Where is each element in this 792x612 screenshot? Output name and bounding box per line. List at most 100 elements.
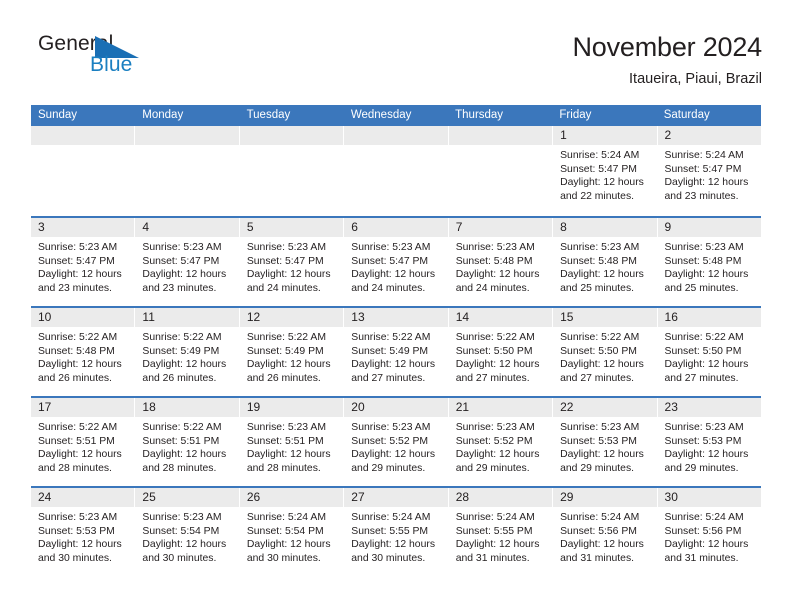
day-number-band: 24 xyxy=(31,488,135,507)
day-number: 25 xyxy=(142,490,156,504)
daylight-text-line1: Daylight: 12 hours xyxy=(142,359,227,371)
day-cell[interactable]: 11 Sunrise: 5:22 AM Sunset: 5:49 PM Dayligh… xyxy=(135,308,240,396)
day-details: Sunrise: 5:22 AM Sunset: 5:50 PM Daylight:… xyxy=(449,327,552,385)
week-row: 3 Sunrise: 5:23 AM Sunset: 5:47 PM Daylight… xyxy=(31,216,761,306)
day-cell[interactable]: 4 Sunrise: 5:23 AM Sunset: 5:47 PM Daylight… xyxy=(135,218,240,306)
day-cell[interactable]: 26 Sunrise: 5:24 AM Sunset: 5:54 PM Dayligh… xyxy=(239,488,345,576)
day-number: 21 xyxy=(455,400,470,414)
daylight-text-line2: and 29 minutes. xyxy=(455,462,530,474)
day-details: Sunrise: 5:24 AM Sunset: 5:56 PM Daylight:… xyxy=(658,507,761,565)
day-cell[interactable]: 6 Sunrise: 5:23 AM Sunset: 5:47 PM Daylight… xyxy=(344,218,449,306)
week-row: 17 Sunrise: 5:22 AM Sunset: 5:51 PM Dayligh… xyxy=(31,396,761,486)
day-cell-empty xyxy=(239,126,345,216)
day-number-band: 17 xyxy=(31,398,135,417)
day-cell[interactable]: 15 Sunrise: 5:22 AM Sunset: 5:50 PM Dayligh… xyxy=(553,308,658,396)
day-details: Sunrise: 5:23 AM Sunset: 5:53 PM Daylight:… xyxy=(31,507,134,565)
sunset-text: Sunset: 5:52 PM xyxy=(455,435,533,447)
day-details: Sunrise: 5:23 AM Sunset: 5:51 PM Daylight:… xyxy=(240,417,343,475)
daylight-text-line1: Daylight: 12 hours xyxy=(455,449,540,461)
day-cell[interactable]: 8 Sunrise: 5:23 AM Sunset: 5:48 PM Daylight… xyxy=(553,218,658,306)
day-cell[interactable]: 29 Sunrise: 5:24 AM Sunset: 5:56 PM Dayligh… xyxy=(553,488,658,576)
day-number-band: 9 xyxy=(657,218,761,237)
weekday-header-row: Sunday Monday Tuesday Wednesday Thursday… xyxy=(31,105,761,126)
day-number-band: 18 xyxy=(135,398,239,417)
day-number-band: 6 xyxy=(344,218,448,237)
daylight-text-line1: Daylight: 12 hours xyxy=(455,359,540,371)
day-details: Sunrise: 5:24 AM Sunset: 5:55 PM Daylight:… xyxy=(344,507,447,565)
daylight-text-line1: Daylight: 12 hours xyxy=(455,269,540,281)
sunset-text: Sunset: 5:56 PM xyxy=(664,525,742,537)
day-number-band: 4 xyxy=(135,218,239,237)
day-cell[interactable]: 14 Sunrise: 5:22 AM Sunset: 5:50 PM Dayligh… xyxy=(448,308,554,396)
day-number-band: 11 xyxy=(135,308,239,327)
day-cell[interactable]: 17 Sunrise: 5:22 AM Sunset: 5:51 PM Dayligh… xyxy=(31,398,136,486)
day-cell[interactable]: 27 Sunrise: 5:24 AM Sunset: 5:55 PM Dayligh… xyxy=(344,488,449,576)
daylight-text-line1: Daylight: 12 hours xyxy=(142,539,227,551)
day-cell[interactable]: 20 Sunrise: 5:23 AM Sunset: 5:52 PM Dayligh… xyxy=(344,398,449,486)
day-number-band: 30 xyxy=(657,488,761,507)
day-cell[interactable]: 7 Sunrise: 5:23 AM Sunset: 5:48 PM Daylight… xyxy=(448,218,554,306)
day-cell[interactable]: 22 Sunrise: 5:23 AM Sunset: 5:53 PM Dayligh… xyxy=(553,398,658,486)
day-cell[interactable]: 1 Sunrise: 5:24 AM Sunset: 5:47 PM Daylight… xyxy=(553,126,658,216)
day-cell[interactable]: 24 Sunrise: 5:23 AM Sunset: 5:53 PM Dayligh… xyxy=(31,488,136,576)
sunset-text: Sunset: 5:47 PM xyxy=(664,163,742,175)
day-number-band: 27 xyxy=(344,488,448,507)
sunrise-text: Sunrise: 5:24 AM xyxy=(351,512,431,523)
sunset-text: Sunset: 5:47 PM xyxy=(560,163,637,175)
day-cell[interactable]: 18 Sunrise: 5:22 AM Sunset: 5:51 PM Dayligh… xyxy=(135,398,240,486)
day-cell[interactable]: 2 Sunrise: 5:24 AM Sunset: 5:47 PM Daylight… xyxy=(657,126,761,216)
day-number-band: 5 xyxy=(239,218,344,237)
sunset-text: Sunset: 5:47 PM xyxy=(246,255,324,267)
day-details: Sunrise: 5:24 AM Sunset: 5:47 PM Daylight:… xyxy=(553,145,656,203)
day-details: Sunrise: 5:23 AM Sunset: 5:47 PM Daylight:… xyxy=(240,237,343,295)
day-details: Sunrise: 5:24 AM Sunset: 5:55 PM Daylight:… xyxy=(449,507,552,565)
daylight-text-line2: and 30 minutes. xyxy=(351,552,426,564)
day-details: Sunrise: 5:23 AM Sunset: 5:47 PM Daylight:… xyxy=(135,237,238,295)
weekday-friday: Friday xyxy=(559,109,592,121)
day-number-band: 2 xyxy=(657,126,761,145)
sunset-text: Sunset: 5:49 PM xyxy=(142,345,220,357)
sunrise-text: Sunrise: 5:23 AM xyxy=(38,242,118,253)
daylight-text-line1: Daylight: 12 hours xyxy=(38,269,122,281)
daylight-text-line1: Daylight: 12 hours xyxy=(246,449,331,461)
sunset-text: Sunset: 5:48 PM xyxy=(664,255,742,267)
sunrise-text: Sunrise: 5:23 AM xyxy=(351,242,431,253)
day-number-band: 13 xyxy=(344,308,448,327)
sunset-text: Sunset: 5:50 PM xyxy=(664,345,742,357)
day-cell[interactable]: 30 Sunrise: 5:24 AM Sunset: 5:56 PM Dayligh… xyxy=(657,488,761,576)
daylight-text-line1: Daylight: 12 hours xyxy=(351,359,436,371)
page-header: General Blue November 2024 Itaueira, Pia… xyxy=(0,0,792,88)
day-cell[interactable]: 28 Sunrise: 5:24 AM Sunset: 5:55 PM Dayligh… xyxy=(448,488,554,576)
day-cell[interactable]: 12 Sunrise: 5:22 AM Sunset: 5:49 PM Dayligh… xyxy=(239,308,345,396)
daylight-text-line2: and 24 minutes. xyxy=(246,282,321,294)
day-cell[interactable]: 3 Sunrise: 5:23 AM Sunset: 5:47 PM Daylight… xyxy=(31,218,136,306)
sunrise-text: Sunrise: 5:22 AM xyxy=(351,332,431,343)
day-cell[interactable]: 10 Sunrise: 5:22 AM Sunset: 5:48 PM Dayligh… xyxy=(31,308,136,396)
day-cell[interactable]: 5 Sunrise: 5:23 AM Sunset: 5:47 PM Daylight… xyxy=(239,218,345,306)
daylight-text-line2: and 27 minutes. xyxy=(351,372,426,384)
day-number: 18 xyxy=(142,400,156,414)
logo-text-blue: Blue xyxy=(90,53,133,76)
sunrise-text: Sunrise: 5:23 AM xyxy=(38,512,118,523)
day-number: 15 xyxy=(560,310,574,324)
general-blue-logo[interactable]: General Blue xyxy=(31,30,171,86)
sunrise-text: Sunrise: 5:24 AM xyxy=(560,150,640,161)
day-details: Sunrise: 5:22 AM Sunset: 5:49 PM Daylight:… xyxy=(344,327,447,385)
daylight-text-line1: Daylight: 12 hours xyxy=(351,449,436,461)
daylight-text-line2: and 26 minutes. xyxy=(246,372,321,384)
day-cell[interactable]: 16 Sunrise: 5:22 AM Sunset: 5:50 PM Dayligh… xyxy=(657,308,761,396)
daylight-text-line2: and 22 minutes. xyxy=(560,190,635,202)
daylight-text-line2: and 31 minutes. xyxy=(455,552,530,564)
day-cell[interactable]: 13 Sunrise: 5:22 AM Sunset: 5:49 PM Dayligh… xyxy=(344,308,449,396)
day-cell-empty xyxy=(135,126,240,216)
day-cell[interactable]: 19 Sunrise: 5:23 AM Sunset: 5:51 PM Dayligh… xyxy=(239,398,345,486)
sunrise-text: Sunrise: 5:23 AM xyxy=(142,242,222,253)
sunset-text: Sunset: 5:54 PM xyxy=(142,525,220,537)
day-cell[interactable]: 23 Sunrise: 5:23 AM Sunset: 5:53 PM Dayligh… xyxy=(657,398,761,486)
day-cell[interactable]: 25 Sunrise: 5:23 AM Sunset: 5:54 PM Dayligh… xyxy=(135,488,240,576)
weekday-wednesday: Wednesday xyxy=(350,109,412,121)
day-details: Sunrise: 5:23 AM Sunset: 5:47 PM Daylight:… xyxy=(344,237,447,295)
day-cell[interactable]: 21 Sunrise: 5:23 AM Sunset: 5:52 PM Dayligh… xyxy=(448,398,554,486)
day-cell[interactable]: 9 Sunrise: 5:23 AM Sunset: 5:48 PM Daylight… xyxy=(657,218,761,306)
day-number: 27 xyxy=(351,490,365,504)
